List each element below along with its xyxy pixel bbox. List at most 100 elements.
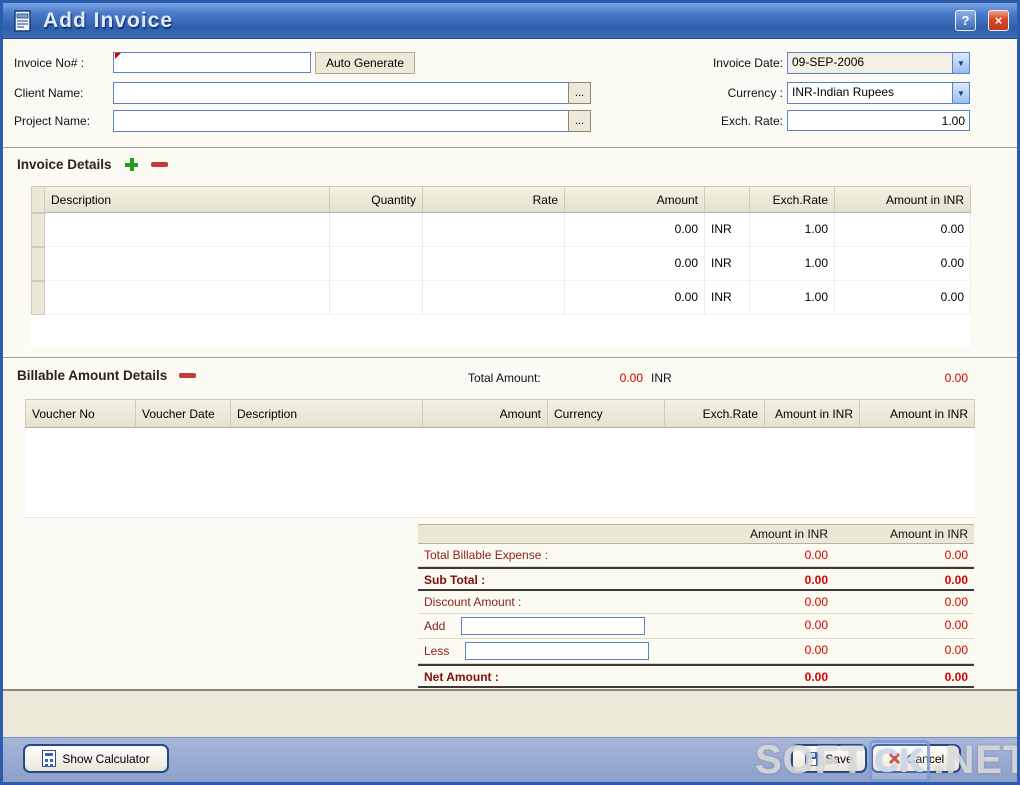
cell-quantity[interactable] (330, 247, 423, 281)
cell-exch-rate[interactable]: 1.00 (750, 213, 835, 247)
invoice-date-value: 09-SEP-2006 (788, 53, 952, 73)
row-selector-header (31, 186, 45, 213)
cell-exch-rate[interactable]: 1.00 (750, 281, 835, 315)
cell-currency: INR (705, 247, 750, 281)
help-button[interactable]: ? (955, 10, 976, 31)
separator (3, 357, 1017, 359)
total-amount-value: 0.00 (619, 371, 643, 385)
invoice-date-label: Invoice Date: (712, 56, 783, 70)
window-title: Add Invoice (43, 8, 174, 32)
cell-rate[interactable] (423, 247, 565, 281)
col-description: Description (231, 399, 423, 428)
cell-description[interactable] (45, 281, 330, 315)
add-row-icon[interactable] (124, 157, 139, 172)
summary-header-amount-inr: Amount in INR (668, 524, 834, 544)
invoice-details-header: Invoice Details (17, 157, 168, 172)
col-rate: Rate (423, 186, 565, 213)
close-button[interactable]: × (988, 10, 1009, 31)
row-value-2: 0.00 (834, 614, 974, 639)
required-marker-icon (115, 53, 121, 59)
project-name-field: ... (113, 110, 591, 132)
cell-amount-in-inr: 0.00 (835, 213, 971, 247)
col-amount-in-inr-2: Amount in INR (860, 399, 975, 428)
summary-row-total-billable: Total Billable Expense : 0.00 0.00 (418, 544, 974, 567)
separator (3, 147, 1017, 149)
invoice-document-icon (11, 9, 35, 33)
show-calculator-button[interactable]: Show Calculator (23, 744, 169, 773)
client-name-field: ... (113, 82, 591, 104)
summary-row-sub-total: Sub Total : 0.00 0.00 (418, 567, 974, 591)
show-calculator-label: Show Calculator (62, 751, 150, 766)
cancel-x-icon (888, 752, 901, 765)
remove-row-icon[interactable] (150, 162, 168, 167)
currency-dropdown[interactable]: INR-Indian Rupees (787, 82, 970, 104)
exch-rate-label: Exch. Rate: (720, 114, 783, 128)
total-amount-label: Total Amount: (468, 371, 541, 385)
cell-rate[interactable] (423, 213, 565, 247)
summary-row-net-amount: Net Amount : 0.00 0.00 (418, 664, 974, 688)
cell-quantity[interactable] (330, 281, 423, 315)
invoice-table-row: 0.00 INR 1.00 0.00 (31, 247, 971, 281)
cell-rate[interactable] (423, 281, 565, 315)
cell-amount-in-inr: 0.00 (835, 247, 971, 281)
row-value-2: 0.00 (834, 591, 974, 614)
row-selector[interactable] (31, 213, 45, 247)
currency-value: INR-Indian Rupees (792, 85, 895, 99)
col-description: Description (45, 186, 330, 213)
col-voucher-no: Voucher No (25, 399, 136, 428)
project-browse-button[interactable]: ... (568, 110, 591, 132)
cell-description[interactable] (45, 213, 330, 247)
total-amount-currency: INR (651, 371, 672, 385)
row-label: Net Amount : (418, 664, 668, 688)
col-currency (705, 186, 750, 213)
col-currency: Currency (548, 399, 665, 428)
add-invoice-dialog: Add Invoice ? × Invoice No# : Auto Gener… (0, 0, 1020, 785)
invoice-details-table: Description Quantity Rate Amount Exch.Ra… (31, 186, 971, 347)
summary-header: Amount in INR Amount in INR (418, 524, 974, 544)
exch-rate-input[interactable] (787, 110, 970, 131)
cell-description[interactable] (45, 247, 330, 281)
cell-currency: INR (705, 213, 750, 247)
cancel-button[interactable]: Cancel (871, 744, 961, 773)
client-browse-button[interactable]: ... (568, 82, 591, 104)
footer-spacer (3, 689, 1017, 737)
project-name-input[interactable] (113, 110, 568, 132)
save-button[interactable]: Save (791, 744, 867, 773)
less-amount-input[interactable] (465, 642, 650, 660)
invoice-table-empty-area (31, 315, 971, 347)
col-amount: Amount (423, 399, 548, 428)
col-exch-rate: Exch.Rate (750, 186, 835, 213)
summary-header-blank (418, 524, 668, 544)
row-selector[interactable] (31, 247, 45, 281)
row-value-1: 0.00 (668, 639, 834, 664)
col-amount-in-inr: Amount in INR (835, 186, 971, 213)
auto-generate-button[interactable]: Auto Generate (315, 52, 416, 74)
cell-amount[interactable]: 0.00 (565, 247, 705, 281)
chevron-down-icon[interactable] (952, 53, 969, 73)
remove-voucher-icon[interactable] (179, 373, 197, 378)
invoice-table-row: 0.00 INR 1.00 0.00 (31, 213, 971, 247)
invoice-table-row: 0.00 INR 1.00 0.00 (31, 281, 971, 315)
row-selector[interactable] (31, 281, 45, 315)
cell-amount[interactable]: 0.00 (565, 213, 705, 247)
save-label: Save (825, 751, 853, 766)
cell-quantity[interactable] (330, 213, 423, 247)
billable-table-empty-area (25, 428, 975, 518)
cell-amount[interactable]: 0.00 (565, 281, 705, 315)
invoice-table-header: Description Quantity Rate Amount Exch.Ra… (31, 186, 971, 213)
row-label: Add (418, 614, 668, 639)
billable-table-header: Voucher No Voucher Date Description Amou… (25, 399, 975, 428)
chevron-down-icon[interactable] (952, 83, 969, 103)
invoice-date-dropdown[interactable]: 09-SEP-2006 (787, 52, 970, 74)
client-name-input[interactable] (113, 82, 568, 104)
cell-exch-rate[interactable]: 1.00 (750, 247, 835, 281)
total-amount-in-inr: 0.00 (944, 371, 968, 385)
row-value-1: 0.00 (668, 664, 834, 688)
add-amount-input[interactable] (461, 617, 646, 635)
invoice-no-input[interactable] (113, 52, 311, 73)
row-value-1: 0.00 (668, 614, 834, 639)
cell-amount-in-inr: 0.00 (835, 281, 971, 315)
col-amount: Amount (565, 186, 705, 213)
client-name-label: Client Name: (14, 86, 84, 100)
row-value-2: 0.00 (834, 639, 974, 664)
